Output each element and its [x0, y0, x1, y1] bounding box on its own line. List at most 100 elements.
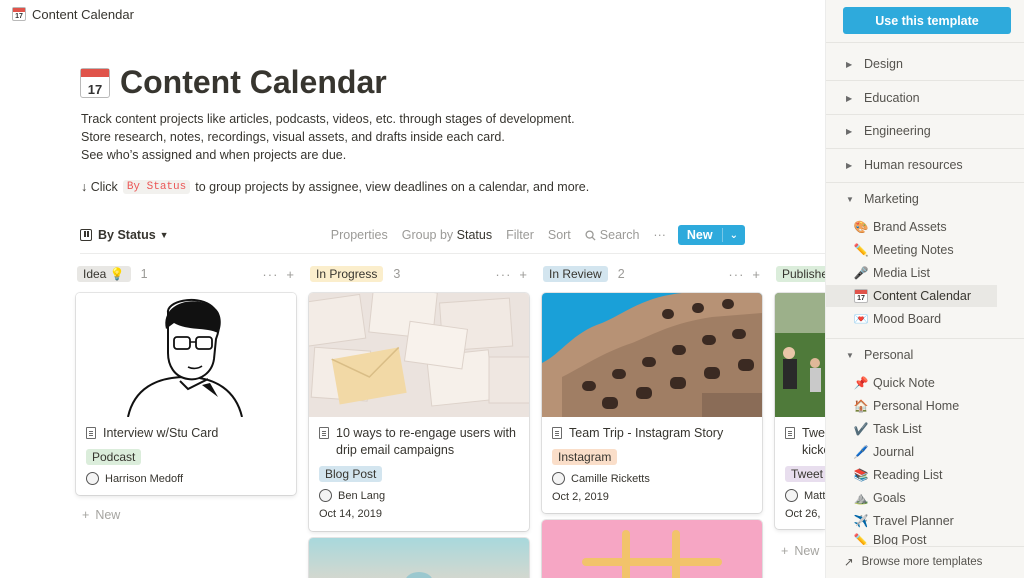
- column-count: 3: [393, 267, 401, 281]
- window-title-bar: 17 Content Calendar: [0, 0, 825, 28]
- column-header: Idea 💡 1 ··· +: [77, 264, 299, 284]
- sidebar-item-mood-board[interactable]: 💌 Mood Board: [854, 308, 1024, 330]
- properties-button[interactable]: Properties: [331, 228, 388, 242]
- chevron-down-icon[interactable]: ⌄: [723, 230, 745, 241]
- page-title: 17 Content Calendar: [80, 64, 387, 101]
- column-header: In Review 2 ··· +: [543, 264, 765, 284]
- triangle-right-icon: ▶: [846, 126, 853, 136]
- column-status-tag[interactable]: In Progress: [310, 266, 384, 282]
- add-new-card-button[interactable]: + New: [781, 544, 819, 558]
- page-description: Track content projects like articles, po…: [81, 110, 641, 164]
- search-button[interactable]: Search: [585, 228, 639, 242]
- document-icon: [319, 427, 329, 439]
- board-column-published: Published: [776, 264, 826, 284]
- due-date: Oct 14, 2019: [319, 508, 382, 520]
- column-status-tag[interactable]: Idea 💡: [77, 266, 131, 282]
- board-card[interactable]: [542, 520, 762, 578]
- triangle-right-icon: ▶: [846, 160, 853, 170]
- calendar-icon: 17: [12, 7, 26, 21]
- card-cover-envelopes: [309, 293, 529, 417]
- column-status-tag[interactable]: Published: [776, 266, 826, 282]
- column-header: In Progress 3 ··· +: [310, 264, 532, 284]
- new-button[interactable]: New ⌄: [677, 225, 745, 245]
- sidebar-category-marketing[interactable]: ▼ Marketing: [846, 192, 919, 206]
- board-card[interactable]: Tweet kickoff Tweet Matt Oct 26,: [775, 293, 825, 529]
- page-title-text: Content Calendar: [120, 64, 387, 100]
- sidebar-item-reading-list[interactable]: 📚 Reading List: [854, 464, 1024, 486]
- sidebar-item-meeting-notes[interactable]: ✏️ Meeting Notes: [854, 239, 1024, 261]
- filter-button[interactable]: Filter: [506, 228, 534, 242]
- arrow-up-right-icon: ↗: [844, 557, 854, 569]
- sidebar-item-quick-note[interactable]: 📌 Quick Note: [854, 372, 1024, 394]
- card-title: Tweet kickoff: [775, 417, 825, 459]
- triangle-right-icon: ▶: [846, 93, 853, 103]
- sidebar-category-personal[interactable]: ▼ Personal: [846, 348, 913, 362]
- avatar: [552, 472, 565, 485]
- use-this-template-button[interactable]: Use this template: [843, 7, 1011, 34]
- sidebar-item-blog-post[interactable]: ✏️ Blog Post: [854, 533, 1024, 545]
- type-tag: Blog Post: [319, 466, 383, 482]
- sidebar-divider: [826, 338, 1024, 339]
- card-cover-image: [309, 538, 529, 578]
- board-card[interactable]: Team Trip - Instagram Story Instagram Ca…: [542, 293, 762, 513]
- avatar: [86, 472, 99, 485]
- more-icon[interactable]: ···: [728, 267, 744, 282]
- plus-icon: +: [781, 544, 789, 558]
- column-count: 2: [617, 267, 625, 281]
- pen-icon: 🖊️: [853, 445, 869, 459]
- sidebar-item-content-calendar[interactable]: 17 Content Calendar: [826, 285, 997, 307]
- plus-icon[interactable]: +: [286, 267, 295, 282]
- hint-suffix: to group projects by assignee, view dead…: [195, 180, 590, 194]
- sidebar-category-engineering[interactable]: ▶ Engineering: [846, 124, 931, 138]
- template-sidebar: Use this template ▶ Design ▶ Education ▶ En…: [825, 0, 1024, 578]
- sidebar-item-media-list[interactable]: 🎤 Media List: [854, 262, 1024, 284]
- plus-icon[interactable]: +: [519, 267, 528, 282]
- column-status-tag[interactable]: In Review: [543, 266, 608, 282]
- document-icon: [785, 427, 795, 439]
- new-button-label[interactable]: New: [678, 228, 723, 242]
- assignee: Camille Ricketts: [542, 466, 762, 485]
- document-icon: [552, 427, 562, 439]
- sidebar-item-brand-assets[interactable]: 🎨 Brand Assets: [854, 216, 1024, 238]
- card-cover-image: [775, 293, 825, 417]
- board-card[interactable]: 10 ways to re-engage users with drip ema…: [309, 293, 529, 531]
- type-tag: Tweet: [785, 466, 825, 482]
- browse-more-templates-link[interactable]: ↗ Browse more templates: [844, 555, 982, 569]
- sidebar-item-personal-home[interactable]: 🏠 Personal Home: [854, 395, 1024, 417]
- calendar-icon: 17: [80, 67, 110, 98]
- sidebar-item-task-list[interactable]: ✔️ Task List: [854, 418, 1024, 440]
- sidebar-item-goals[interactable]: ⛰️ Goals: [854, 487, 1024, 509]
- board-card[interactable]: [309, 538, 529, 578]
- more-options-button[interactable]: ···: [653, 228, 666, 242]
- sidebar-category-human-resources[interactable]: ▶ Human resources: [846, 158, 963, 172]
- books-icon: 📚: [853, 468, 869, 482]
- document-icon: [86, 427, 96, 439]
- description-line: Store research, notes, recordings, visua…: [81, 130, 505, 144]
- card-title: 10 ways to re-engage users with drip ema…: [309, 417, 529, 459]
- more-icon[interactable]: ···: [262, 267, 278, 282]
- add-new-card-button[interactable]: + New: [82, 508, 120, 522]
- sidebar-divider: [826, 148, 1024, 149]
- view-selector[interactable]: By Status ▼: [80, 228, 169, 242]
- triangle-right-icon: ▶: [846, 59, 853, 69]
- sidebar-item-journal[interactable]: 🖊️ Journal: [854, 441, 1024, 463]
- group-by-button[interactable]: Group by Status: [402, 228, 492, 242]
- card-title: Interview w/Stu Card: [76, 417, 296, 442]
- more-icon[interactable]: ···: [495, 267, 511, 282]
- description-line: Track content projects like articles, po…: [81, 112, 575, 126]
- board-card[interactable]: Interview w/Stu Card Podcast Harrison Me…: [76, 293, 296, 495]
- plus-icon[interactable]: +: [752, 267, 761, 282]
- sidebar-item-travel-planner[interactable]: ✈️ Travel Planner: [854, 510, 1024, 532]
- avatar: [319, 489, 332, 502]
- mountain-icon: ⛰️: [853, 491, 869, 505]
- assignee: Matt: [775, 483, 825, 502]
- description-line: See who’s assigned and when projects are…: [81, 148, 347, 162]
- column-header: Published: [776, 264, 826, 284]
- sidebar-category-design[interactable]: ▶ Design: [846, 57, 903, 71]
- database-toolbar: By Status ▼ Properties Group by Status F…: [80, 224, 745, 246]
- due-date: Oct 26,: [785, 508, 821, 520]
- hint-prefix: ↓ Click: [81, 180, 118, 194]
- sidebar-category-education[interactable]: ▶ Education: [846, 91, 920, 105]
- sort-button[interactable]: Sort: [548, 228, 571, 242]
- house-icon: 🏠: [853, 399, 869, 413]
